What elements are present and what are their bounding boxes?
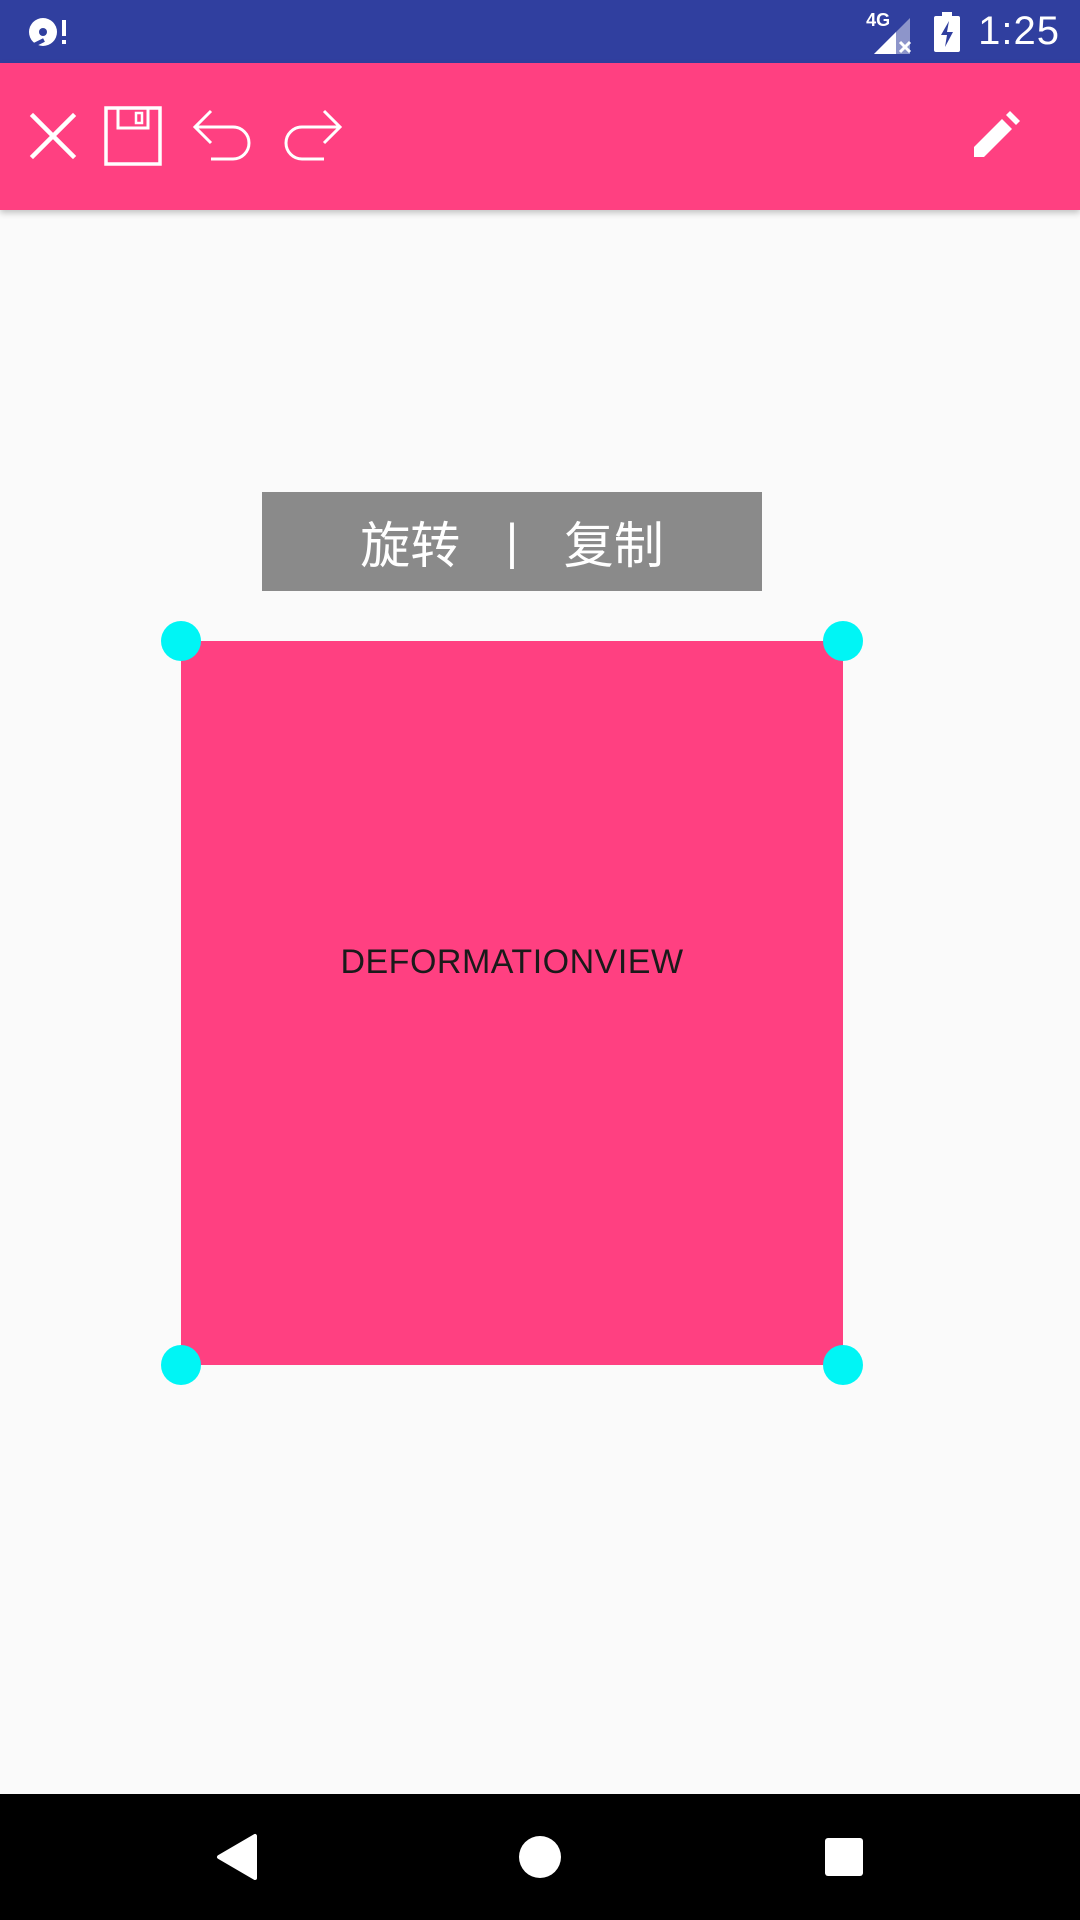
resize-handle-bottom-right[interactable] <box>823 1345 863 1385</box>
save-icon[interactable] <box>98 101 168 171</box>
battery-charging-icon <box>934 11 961 52</box>
copy-button[interactable]: 复制 <box>564 506 664 578</box>
menu-separator: | <box>504 514 520 569</box>
status-bar: 4G 1:25 <box>0 0 1080 63</box>
recents-icon[interactable] <box>814 1827 874 1887</box>
resize-handle-bottom-left[interactable] <box>161 1345 201 1385</box>
resize-handle-top-left[interactable] <box>161 621 201 661</box>
toolbar <box>0 63 1080 210</box>
disc-alert-icon <box>26 12 70 52</box>
deformation-view-label: DEFORMATIONVIEW <box>340 943 684 981</box>
home-icon[interactable] <box>510 1827 570 1887</box>
navigation-bar <box>0 1794 1080 1920</box>
popup-menu: 旋转 | 复制 <box>262 492 762 591</box>
clock: 1:25 <box>978 9 1060 53</box>
redo-icon[interactable] <box>278 101 348 171</box>
back-icon[interactable] <box>206 1827 266 1887</box>
resize-handle-top-right[interactable] <box>823 621 863 661</box>
edit-pencil-icon[interactable] <box>960 101 1030 171</box>
undo-icon[interactable] <box>187 101 257 171</box>
close-icon[interactable] <box>18 101 88 171</box>
signal-no-data-icon: 4G <box>866 10 916 54</box>
rotate-button[interactable]: 旋转 <box>360 506 460 578</box>
deformation-view[interactable]: DEFORMATIONVIEW <box>181 641 843 1365</box>
